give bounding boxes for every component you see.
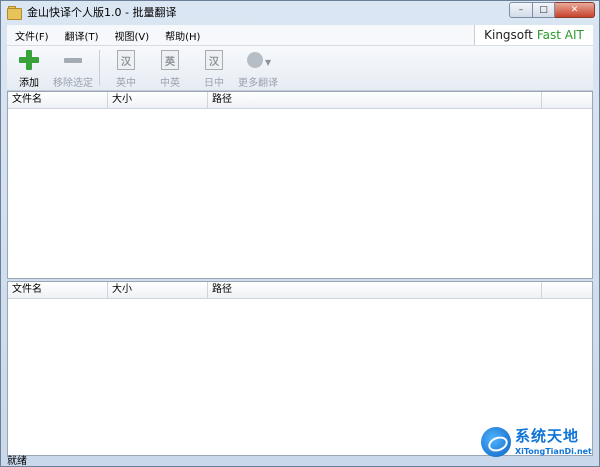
column-size[interactable]: 大小 (108, 92, 208, 108)
menu-translate[interactable]: 翻译(T) (57, 28, 107, 43)
jp-to-cn-label: 日中 (204, 78, 224, 89)
folder-icon (7, 6, 22, 20)
document-icon: 汉 (117, 50, 135, 70)
document-icon: 汉 (205, 50, 223, 70)
maximize-button[interactable]: □ (533, 2, 555, 18)
title-bar[interactable]: 金山快译个人版1.0 - 批量翻译 – □ ✕ (1, 1, 599, 23)
cn-to-en-label: 中英 (160, 78, 180, 89)
more-translation-label: 更多翻译 (238, 78, 278, 89)
brand-logo: Kingsoft Fast AIT (474, 25, 593, 45)
watermark-icon (481, 427, 511, 457)
window-title: 金山快译个人版1.0 - 批量翻译 (27, 6, 177, 19)
minus-icon (64, 57, 82, 63)
file-list-top[interactable]: 文件名 大小 路径 (7, 91, 593, 279)
remove-selected-label: 移除选定 (53, 78, 93, 89)
en-to-cn-button[interactable]: 汉 英中 (104, 46, 148, 89)
toolbar: 添加 移除选定 汉 英中 英 中英 汉 日中 ▼ 更多翻译 (7, 46, 593, 91)
menu-help[interactable]: 帮助(H) (157, 28, 208, 43)
column-filler (542, 92, 592, 108)
cn-to-en-button[interactable]: 英 中英 (148, 46, 192, 89)
jp-to-cn-button[interactable]: 汉 日中 (192, 46, 236, 89)
menu-view[interactable]: 视图(V) (106, 28, 157, 43)
add-button[interactable]: 添加 (7, 46, 51, 89)
close-button[interactable]: ✕ (555, 2, 595, 18)
globe-icon: ▼ (247, 50, 272, 70)
chevron-down-icon: ▼ (265, 58, 272, 67)
column-path[interactable]: 路径 (208, 282, 542, 298)
column-filename[interactable]: 文件名 (8, 92, 108, 108)
more-translation-button[interactable]: ▼ 更多翻译 (236, 46, 280, 89)
menu-bar: 文件(F) 翻译(T) 视图(V) 帮助(H) Kingsoft Fast AI… (7, 25, 593, 46)
column-filler (542, 282, 592, 298)
watermark-logo: 系统天地 XiTongTianDi.net (477, 419, 597, 465)
column-size[interactable]: 大小 (108, 282, 208, 298)
document-icon: 英 (161, 50, 179, 70)
remove-selected-button[interactable]: 移除选定 (51, 46, 95, 89)
plus-icon (19, 50, 39, 70)
column-filename[interactable]: 文件名 (8, 282, 108, 298)
add-label: 添加 (19, 78, 39, 89)
brand-product: Fast AIT (536, 28, 584, 42)
status-text: 就绪 (7, 456, 27, 467)
en-to-cn-label: 英中 (116, 78, 136, 89)
watermark-title: 系统天地 (515, 427, 580, 445)
column-path[interactable]: 路径 (208, 92, 542, 108)
list-header: 文件名 大小 路径 (8, 92, 592, 109)
brand-name: Kingsoft (484, 28, 533, 42)
toolbar-separator (99, 50, 100, 86)
menu-file[interactable]: 文件(F) (7, 28, 57, 43)
list-header: 文件名 大小 路径 (8, 282, 592, 299)
watermark-url: XiTongTianDi.net (515, 447, 592, 456)
window-controls: – □ ✕ (509, 2, 595, 18)
minimize-button[interactable]: – (509, 2, 533, 18)
app-window: 金山快译个人版1.0 - 批量翻译 – □ ✕ 文件(F) 翻译(T) 视图(V… (0, 0, 600, 467)
